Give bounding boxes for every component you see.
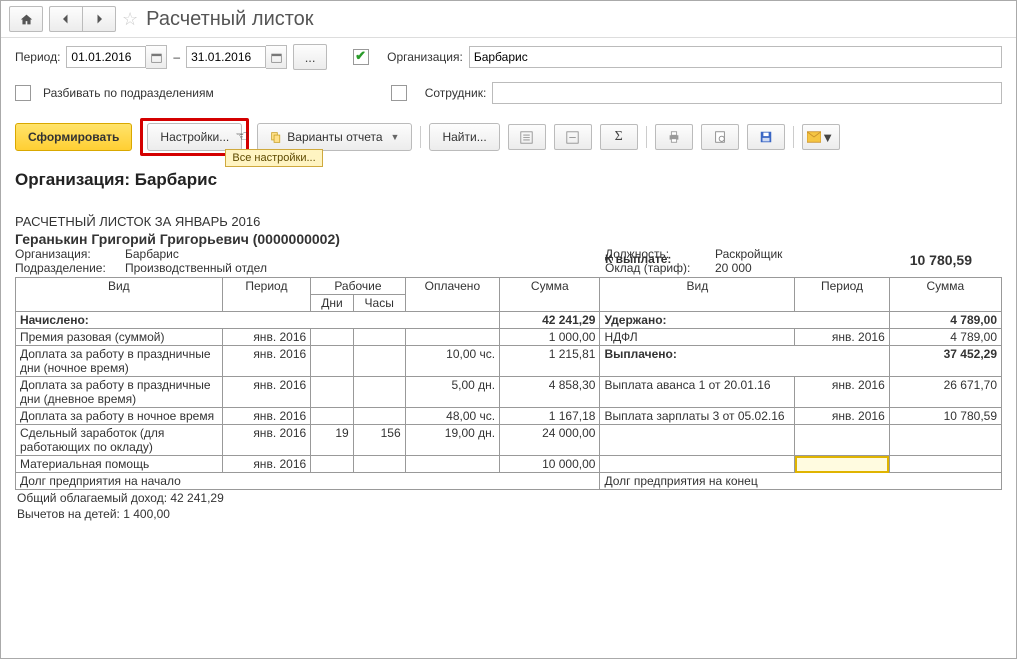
calendar-icon (151, 52, 162, 63)
split-by-dep-checkbox[interactable] (15, 85, 31, 101)
organization-label: Организация: (387, 50, 463, 64)
th-hours: Часы (353, 295, 405, 312)
forward-button[interactable] (82, 6, 116, 32)
calendar-icon (271, 52, 282, 63)
paid-label: Выплачено: (600, 346, 889, 377)
collapse-groups-button[interactable] (554, 124, 592, 150)
save-button[interactable] (747, 124, 785, 150)
report-title: РАСЧЕТНЫЙ ЛИСТОК ЗА ЯНВАРЬ 2016 (15, 214, 1002, 229)
report-org-header: Организация: Барбарис (15, 164, 1002, 192)
debt-end: Долг предприятия на конец (600, 473, 1002, 490)
th-paid: Оплачено (405, 278, 499, 312)
foot-child-deductions: Вычетов на детей: 1 400,00 (15, 506, 1002, 522)
employee-name: Геранькин Григорий Григорьевич (00000000… (15, 231, 1002, 247)
floppy-icon (759, 130, 773, 144)
period-from-input[interactable] (66, 46, 146, 68)
expand-groups-button[interactable] (508, 124, 546, 150)
th-sum: Сумма (500, 278, 600, 312)
envelope-icon (807, 131, 821, 143)
page-preview-icon (713, 130, 727, 144)
th-period: Период (222, 278, 311, 312)
payslip-table: Вид Период Рабочие Оплачено Сумма Вид Пе… (15, 277, 1002, 490)
employee-label: Сотрудник: (425, 86, 487, 100)
rate-k: Оклад (тариф): (605, 261, 690, 275)
selected-cell[interactable] (795, 456, 889, 473)
to-pay-amount: 10 780,59 (910, 252, 972, 268)
position-v: Раскройщик (715, 247, 782, 261)
back-button[interactable] (49, 6, 82, 32)
period-picker-button[interactable]: ... (293, 44, 327, 70)
employee-input[interactable] (492, 82, 1002, 104)
rate-v: 20 000 (715, 261, 752, 275)
employee-filter-checkbox[interactable] (391, 85, 407, 101)
withheld-label: Удержано: (600, 312, 889, 329)
print-button[interactable] (655, 124, 693, 150)
th-work: Рабочие (311, 278, 405, 295)
period-dash: – (173, 50, 180, 64)
home-button[interactable] (9, 6, 43, 32)
email-button[interactable]: ▼ (802, 124, 840, 150)
dep-v: Производственный отдел (125, 261, 267, 275)
arrow-left-icon (60, 13, 72, 25)
org-k: Организация: (15, 247, 125, 261)
th-vid: Вид (16, 278, 223, 312)
settings-highlight: Настройки... ☜ Все настройки... (140, 118, 249, 156)
page-title: Расчетный листок (146, 8, 313, 31)
sum-button[interactable]: Σ (600, 124, 638, 150)
preview-button[interactable] (701, 124, 739, 150)
sigma-icon: Σ (615, 129, 623, 145)
table-row: Премия разовая (суммой) янв. 2016 1 000,… (16, 329, 1002, 346)
table-row: Доплата за работу в праздничные дни (дне… (16, 377, 1002, 408)
debt-start: Долг предприятия на начало (16, 473, 600, 490)
collapse-tree-icon (566, 131, 579, 144)
table-row: Доплата за работу в ночное время янв. 20… (16, 408, 1002, 425)
calendar-from-button[interactable] (146, 45, 167, 69)
favorite-star-icon[interactable]: ☆ (122, 9, 138, 30)
table-row: Доплата за работу в праздничные дни (ноч… (16, 346, 1002, 377)
table-row: Сдельный заработок (для работающих по ок… (16, 425, 1002, 456)
th-period2: Период (795, 278, 889, 312)
period-label: Период: (15, 50, 60, 64)
find-button[interactable]: Найти... (429, 123, 499, 151)
report-variants-icon (270, 131, 283, 144)
generate-button[interactable]: Сформировать (15, 123, 132, 151)
accrued-total: 42 241,29 (500, 312, 600, 329)
caret-down-icon: ▼ (391, 132, 400, 142)
org-filter-checkbox[interactable] (353, 49, 369, 65)
paid-total: 37 452,29 (889, 346, 1001, 377)
home-icon (20, 13, 33, 26)
split-by-dep-label: Разбивать по подразделениям (43, 86, 214, 100)
expand-tree-icon (520, 131, 533, 144)
accrued-label: Начислено: (16, 312, 500, 329)
th-days: Дни (311, 295, 354, 312)
th-vid2: Вид (600, 278, 795, 312)
withheld-total: 4 789,00 (889, 312, 1001, 329)
report-variants-button[interactable]: Варианты отчета ▼ (257, 123, 412, 151)
calendar-to-button[interactable] (266, 45, 287, 69)
caret-down-icon: ▼ (821, 130, 834, 145)
settings-tooltip: Все настройки... (225, 149, 322, 167)
period-to-input[interactable] (186, 46, 266, 68)
th-sum2: Сумма (889, 278, 1001, 312)
foot-taxable-income: Общий облагаемый доход: 42 241,29 (15, 490, 1002, 506)
printer-icon (667, 130, 681, 144)
organization-input[interactable] (469, 46, 1002, 68)
org-v: Барбарис (125, 247, 179, 261)
dep-k: Подразделение: (15, 261, 125, 275)
arrow-right-icon (93, 13, 105, 25)
settings-button[interactable]: Настройки... (147, 123, 242, 151)
table-row: Материальная помощь янв. 2016 10 000,00 (16, 456, 1002, 473)
position-k: Должность: (605, 247, 669, 261)
